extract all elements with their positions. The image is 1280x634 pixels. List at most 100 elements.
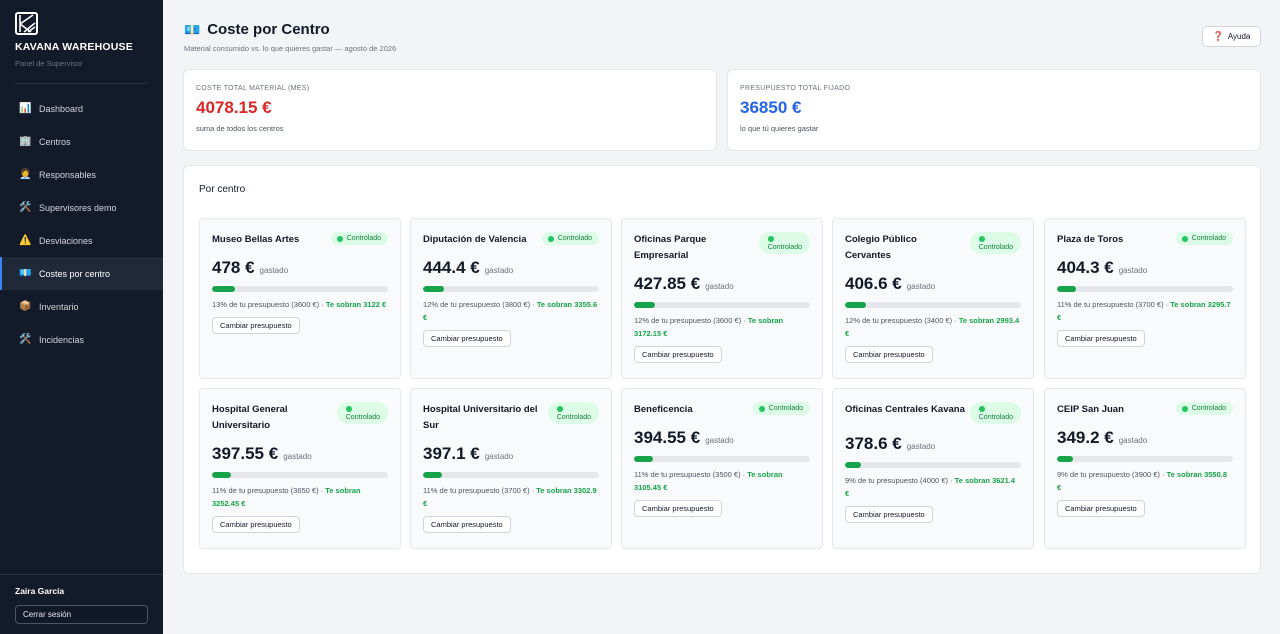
spent-label: gastado — [484, 452, 514, 461]
status-badge: Controlado — [969, 232, 1021, 254]
status-dot-icon — [758, 405, 765, 412]
sobran-label: Te sobran — [536, 486, 572, 495]
center-card: Oficinas Parque Empresarial Controlado 4… — [621, 218, 823, 379]
budget-progress-bar — [423, 472, 599, 478]
change-budget-button[interactable]: Cambiar presupuesto — [1057, 500, 1145, 517]
budget-progress-fill — [212, 286, 235, 292]
center-name: Colegio Público Cervantes — [845, 234, 917, 261]
sobran-label: Te sobran — [325, 300, 362, 309]
page-title-text: Coste por Centro — [207, 21, 330, 38]
budget-progress-fill — [423, 472, 443, 478]
sidebar-item-responsables[interactable]: 🧑‍💼 Responsables — [0, 158, 163, 191]
sidebar-item-label: Costes por centro — [39, 268, 111, 279]
sidebar-item-desviaciones[interactable]: ⚠️ Desviaciones — [0, 224, 163, 257]
budget-usage: 11% de tu presupuesto (3650 €) · — [212, 486, 324, 495]
budget-usage: 9% de tu presupuesto (3900 €) · — [1057, 470, 1165, 479]
sobran-label: Te sobran — [1166, 470, 1202, 479]
remaining-amount: 3122 € — [363, 300, 387, 309]
center-amount: 394.55 € — [634, 428, 701, 447]
status-label: Controlado — [978, 244, 1013, 251]
sidebar-item-costes-por-centro[interactable]: 💶 Costes por centro — [0, 257, 163, 290]
stat-total-budget: Presupuesto total fijado 36850 € lo que … — [727, 69, 1261, 151]
change-budget-button[interactable]: Cambiar presupuesto — [1057, 330, 1145, 347]
budget-progress-fill — [212, 472, 232, 478]
spent-label: gastado — [1118, 266, 1148, 275]
budget-progress-bar — [845, 302, 1021, 308]
center-name: Diputación de Valencia — [423, 234, 527, 245]
panel-title: Por centro — [199, 184, 246, 195]
sidebar-item-incidencias[interactable]: 🛠️ Incidencias — [0, 323, 163, 356]
budget-progress-fill — [1057, 286, 1077, 292]
spent-label: gastado — [906, 442, 936, 451]
sidebar-item-centros[interactable]: 🏢 Centros — [0, 125, 163, 158]
status-dot-icon — [1181, 235, 1188, 242]
budget-progress-bar — [634, 456, 810, 462]
budget-progress-bar — [845, 462, 1021, 468]
sidebar-item-supervisores-demo[interactable]: 🛠️ Supervisores demo — [0, 191, 163, 224]
change-budget-button[interactable]: Cambiar presupuesto — [212, 317, 300, 334]
money-icon: 💶 — [19, 268, 32, 279]
change-budget-button[interactable]: Cambiar presupuesto — [634, 346, 722, 363]
kavana-logo-icon — [15, 12, 38, 35]
stat-note: suma de todos los centros — [196, 124, 284, 133]
status-badge: Controlado — [547, 402, 599, 424]
chart-icon: 📊 — [19, 103, 32, 114]
budget-progress-fill — [423, 286, 445, 292]
spent-label: gastado — [1118, 436, 1148, 445]
change-budget-button[interactable]: Cambiar presupuesto — [212, 516, 300, 533]
status-dot-icon — [345, 406, 352, 412]
sidebar-item-label: Inventario — [39, 301, 79, 312]
status-dot-icon — [978, 406, 985, 412]
change-budget-button[interactable]: Cambiar presupuesto — [423, 330, 511, 347]
sidebar-item-dashboard[interactable]: 📊 Dashboard — [0, 92, 163, 125]
budget-progress-bar — [1057, 456, 1233, 462]
budget-description: 9% de tu presupuesto (4000 €) · Te sobra… — [845, 474, 1021, 500]
budget-description: 12% de tu presupuesto (3400 €) · Te sobr… — [845, 314, 1021, 340]
budget-progress-bar — [212, 286, 388, 292]
budget-progress-bar — [1057, 286, 1233, 292]
stat-label: Coste total material (mes) — [196, 85, 310, 92]
change-budget-button[interactable]: Cambiar presupuesto — [845, 506, 933, 523]
center-name: Beneficencia — [634, 404, 693, 415]
stat-label: Presupuesto total fijado — [740, 85, 851, 92]
center-amount: 378.6 € — [845, 434, 902, 453]
budget-description: 12% de tu presupuesto (3600 €) · Te sobr… — [634, 314, 810, 340]
center-card: Diputación de Valencia Controlado 444.4 … — [410, 218, 612, 379]
sidebar-item-label: Responsables — [39, 169, 97, 180]
status-dot-icon — [978, 236, 985, 242]
help-button[interactable]: ❓ Ayuda — [1202, 26, 1261, 47]
spent-label: gastado — [705, 436, 734, 445]
status-dot-icon — [336, 235, 343, 242]
building-icon: 🏢 — [19, 136, 32, 147]
center-card: CEIP San Juan Controlado 349.2 € gastado… — [1044, 388, 1246, 549]
budget-progress-fill — [634, 456, 654, 462]
change-budget-button[interactable]: Cambiar presupuesto — [423, 516, 511, 533]
center-name: CEIP San Juan — [1057, 404, 1124, 415]
center-name: Museo Bellas Artes — [212, 234, 300, 245]
budget-usage: 12% de tu presupuesto (3800 €) · — [423, 300, 535, 309]
change-budget-button[interactable]: Cambiar presupuesto — [634, 500, 722, 517]
status-badge: Controlado — [752, 402, 810, 415]
question-icon: ❓ — [1212, 31, 1224, 41]
status-badge: Controlado — [330, 232, 388, 245]
center-card: Museo Bellas Artes Controlado 478 € gast… — [199, 218, 401, 379]
centers-panel: Por centro Museo Bellas Artes Controlado… — [183, 165, 1261, 574]
budget-description: 11% de tu presupuesto (3700 €) · Te sobr… — [423, 484, 599, 510]
center-name: Oficinas Centrales Kavana — [845, 404, 965, 415]
status-label: Controlado — [767, 244, 802, 251]
stat-value: 36850 € — [740, 98, 802, 117]
sidebar-item-inventario[interactable]: 📦 Inventario — [0, 290, 163, 323]
remaining-amount: 3252.45 € — [212, 499, 246, 508]
spent-label: gastado — [906, 282, 936, 291]
stat-total-cost: Coste total material (mes) 4078.15 € sum… — [183, 69, 717, 151]
logout-button[interactable]: Cerrar sesión — [15, 605, 148, 624]
center-name: Hospital Universitario del Sur — [423, 404, 538, 431]
stat-value: 4078.15 € — [196, 98, 272, 117]
status-badge: Controlado — [541, 232, 599, 245]
spent-label: gastado — [259, 266, 289, 275]
tools-icon: 🛠️ — [19, 334, 32, 345]
sobran-label: Te sobran — [747, 470, 783, 479]
brand-subtitle: Panel de Supervisor — [15, 59, 83, 68]
change-budget-button[interactable]: Cambiar presupuesto — [845, 346, 933, 363]
budget-description: 12% de tu presupuesto (3800 €) · Te sobr… — [423, 298, 599, 324]
